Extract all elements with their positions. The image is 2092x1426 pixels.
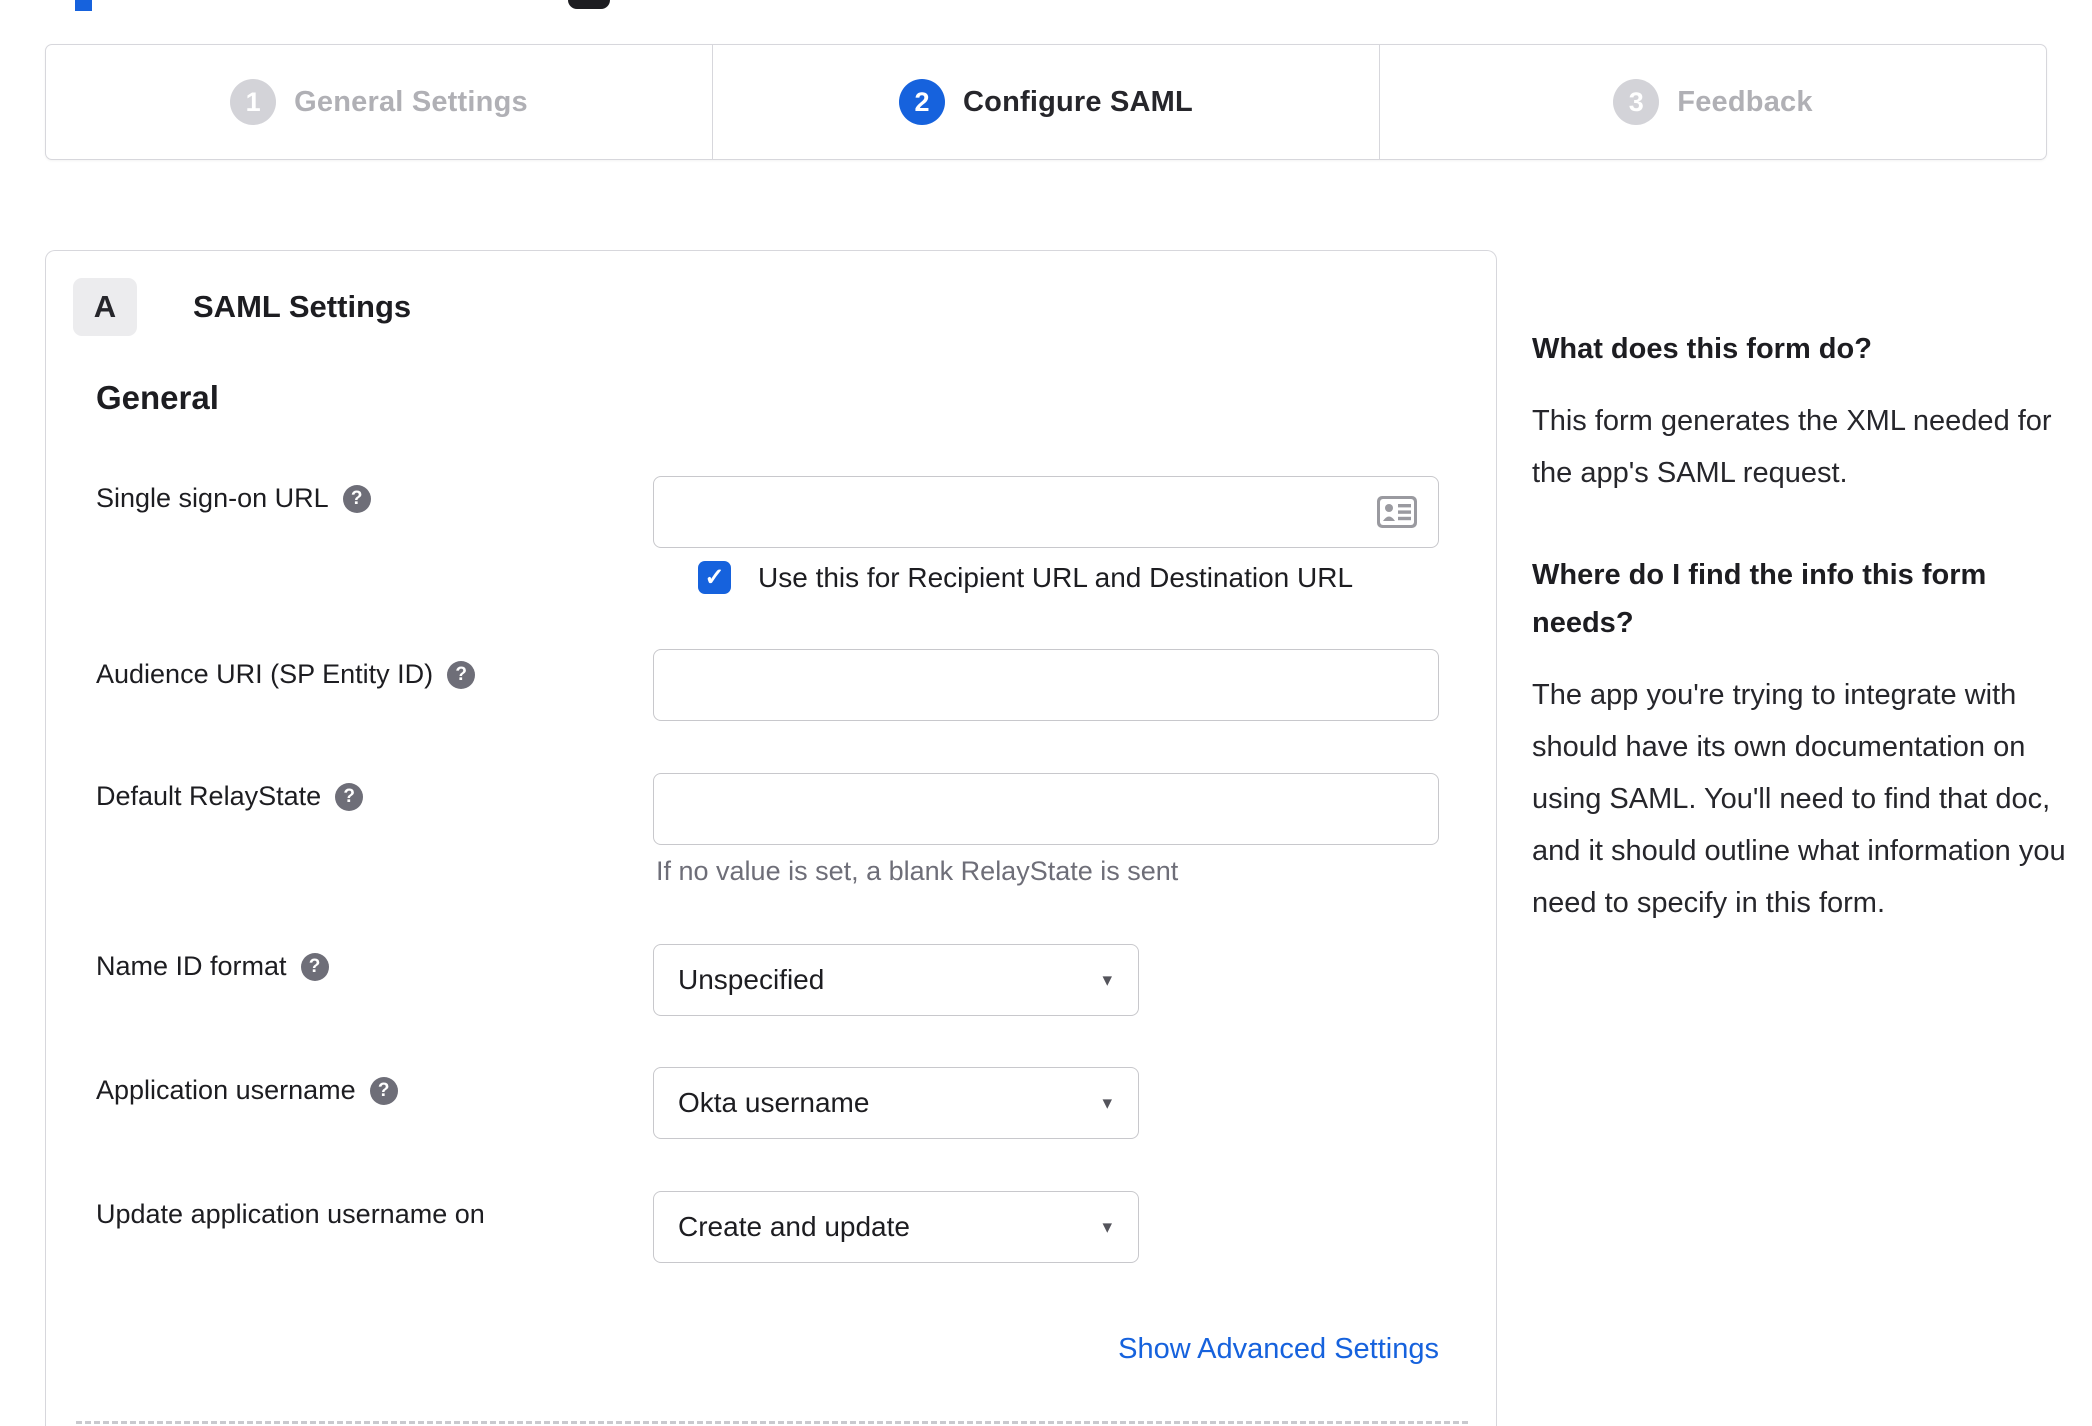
audience-uri-input[interactable] [653, 649, 1439, 721]
sso-url-label: Single sign-on URL ? [96, 483, 371, 514]
sso-url-input[interactable] [653, 476, 1439, 548]
step-label: Feedback [1677, 85, 1813, 118]
recipient-url-checkbox-label: Use this for Recipient URL and Destinati… [758, 561, 1354, 593]
help-heading: Where do I find the info this form needs… [1532, 559, 1987, 639]
help-icon[interactable]: ? [335, 782, 364, 811]
application-username-select[interactable]: Okta username ▾ [653, 1067, 1139, 1139]
help-block-where: Where do I find the info this form needs… [1532, 551, 2092, 929]
show-advanced-settings-link[interactable]: Show Advanced Settings [653, 1333, 1439, 1366]
step-number-badge: 1 [230, 79, 277, 125]
help-icon[interactable]: ? [369, 1076, 398, 1105]
chevron-down-icon: ▾ [1102, 969, 1112, 991]
name-id-format-select[interactable]: Unspecified ▾ [653, 944, 1139, 1016]
step-label: Configure SAML [963, 85, 1193, 118]
audience-uri-label: Audience URI (SP Entity ID) ? [96, 659, 476, 690]
general-heading: General [96, 379, 219, 416]
saml-settings-panel: A SAML Settings General Single sign-on U… [45, 250, 1497, 1426]
cutoff-blue-fragment [75, 0, 92, 11]
section-title: SAML Settings [193, 289, 412, 324]
section-divider [76, 1421, 1468, 1424]
step-feedback[interactable]: 3 Feedback [1379, 45, 2046, 159]
update-username-label: Update application username on [96, 1199, 485, 1229]
section-a-badge: A [73, 278, 137, 336]
step-configure-saml[interactable]: 2 Configure SAML [712, 45, 1379, 159]
step-number-badge: 3 [1613, 79, 1660, 125]
help-icon[interactable]: ? [342, 484, 371, 513]
recipient-url-checkbox[interactable]: ✓ [698, 561, 731, 594]
chevron-down-icon: ▾ [1102, 1216, 1112, 1238]
name-id-format-label: Name ID format ? [96, 951, 329, 982]
step-general-settings[interactable]: 1 General Settings [46, 45, 712, 159]
help-body: The app you're trying to integrate with … [1532, 679, 2066, 919]
relaystate-hint: If no value is set, a blank RelayState i… [656, 856, 1179, 886]
application-username-label: Application username ? [96, 1075, 398, 1106]
relaystate-input[interactable] [653, 773, 1439, 845]
select-value: Unspecified [678, 964, 825, 995]
help-sidebar: What does this form do? This form genera… [1532, 325, 2092, 929]
recipient-url-checkbox-row: ✓ Use this for Recipient URL and Destina… [698, 561, 1353, 594]
contact-card-icon[interactable] [1376, 495, 1418, 529]
help-icon[interactable]: ? [447, 660, 476, 689]
relaystate-label: Default RelayState ? [96, 781, 364, 812]
help-icon[interactable]: ? [300, 952, 329, 981]
select-value: Okta username [678, 1087, 870, 1118]
select-value: Create and update [678, 1211, 910, 1242]
update-username-select[interactable]: Create and update ▾ [653, 1191, 1139, 1263]
step-label: General Settings [294, 85, 528, 118]
wizard-stepper: 1 General Settings 2 Configure SAML 3 Fe… [45, 44, 2047, 160]
step-number-badge: 2 [899, 79, 946, 125]
help-block-what: What does this form do? This form genera… [1532, 325, 2092, 499]
cutoff-logo-fragment [568, 0, 610, 9]
chevron-down-icon: ▾ [1102, 1092, 1112, 1114]
help-heading: What does this form do? [1532, 333, 1872, 365]
help-body: This form generates the XML needed for t… [1532, 405, 2052, 489]
